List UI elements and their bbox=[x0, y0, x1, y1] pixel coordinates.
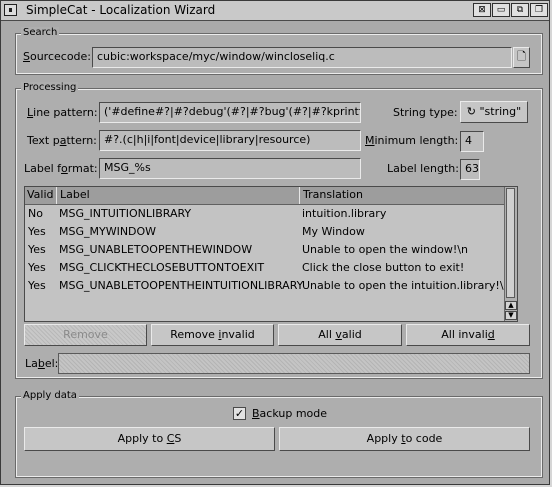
search-group-label: Search bbox=[21, 27, 60, 38]
snapshot-button[interactable]: ▭ bbox=[492, 3, 510, 17]
label-field-label: Label: bbox=[25, 357, 59, 370]
backup-mode-checkbox[interactable]: ✓ bbox=[233, 407, 246, 420]
label-input[interactable] bbox=[58, 353, 530, 374]
cell-translation: My Window bbox=[302, 225, 365, 238]
label-format-label: Label format: bbox=[24, 162, 98, 175]
column-label[interactable]: Label bbox=[60, 188, 90, 201]
backup-mode-label: Backup mode bbox=[252, 407, 328, 420]
cell-label: MSG_CLICKTHECLOSEBUTTONTOEXIT bbox=[59, 261, 265, 274]
cell-label: MSG_MYWINDOW bbox=[59, 225, 157, 238]
string-type-value: "string" bbox=[479, 105, 522, 118]
min-length-label: Minimum length: bbox=[365, 134, 459, 147]
cell-translation: Click the close button to exit! bbox=[302, 261, 465, 274]
cell-valid: Yes bbox=[28, 261, 46, 274]
table-row[interactable]: No MSG_INTUITIONLIBRARY intuition.librar… bbox=[25, 205, 507, 223]
apply-group-label: Apply data bbox=[21, 390, 79, 401]
min-length-input[interactable]: 4 bbox=[460, 131, 484, 152]
file-icon: 🗋 bbox=[517, 50, 526, 63]
zoom-button[interactable]: ⧉ bbox=[511, 3, 529, 17]
string-type-label: String type: bbox=[393, 106, 458, 119]
table-header: Valid Label Translation bbox=[25, 187, 507, 205]
iconify-button[interactable]: ⊠ bbox=[473, 3, 491, 17]
scroll-up-arrow-icon[interactable]: ▲ bbox=[505, 301, 517, 310]
cell-valid: Yes bbox=[28, 243, 46, 256]
column-separator[interactable] bbox=[56, 187, 57, 204]
cell-label: MSG_INTUITIONLIBRARY bbox=[59, 207, 192, 220]
title-bar[interactable]: SimpleCat - Localization Wizard ⊠ ▭ ⧉ ❐ bbox=[1, 1, 549, 21]
remove-invalid-button[interactable]: Remove invalid bbox=[151, 324, 274, 346]
label-format-input[interactable]: MSG_%s bbox=[99, 158, 361, 179]
string-type-cycle[interactable]: ↻ "string" bbox=[460, 101, 528, 123]
cell-translation: Unable to open the intuition.library!\n bbox=[302, 279, 511, 292]
window-title: SimpleCat - Localization Wizard bbox=[26, 3, 216, 17]
window-content: Search Sourcecode: cubic:workspace/myc/w… bbox=[4, 21, 546, 483]
checkmark-icon: ✓ bbox=[234, 407, 245, 420]
scroll-down-arrow-icon[interactable]: ▼ bbox=[505, 311, 517, 320]
table-row[interactable]: Yes MSG_CLICKTHECLOSEBUTTONTOEXIT Click … bbox=[25, 259, 507, 277]
label-length-input[interactable]: 63 bbox=[460, 159, 480, 180]
column-translation[interactable]: Translation bbox=[303, 188, 363, 201]
processing-group-label: Processing bbox=[21, 82, 79, 93]
cell-translation: Unable to open the window!\n bbox=[302, 243, 468, 256]
cell-label: MSG_UNABLETOOPENTHEINTUITIONLIBRARY bbox=[59, 279, 304, 292]
line-pattern-label: Line pattern: bbox=[27, 106, 98, 119]
remove-button[interactable]: Remove bbox=[24, 324, 147, 346]
cell-valid: No bbox=[28, 207, 43, 220]
text-pattern-input[interactable]: #?.(c|h|i|font|device|library|resource) bbox=[99, 130, 361, 151]
cell-translation: intuition.library bbox=[302, 207, 387, 220]
cell-label: MSG_UNABLETOOPENTHEWINDOW bbox=[59, 243, 253, 256]
sourcecode-label: Sourcecode: bbox=[23, 50, 92, 63]
sourcecode-input[interactable]: cubic:workspace/myc/window/wincloseliq.c bbox=[92, 47, 512, 68]
cell-valid: Yes bbox=[28, 279, 46, 292]
main-window: SimpleCat - Localization Wizard ⊠ ▭ ⧉ ❐ … bbox=[0, 0, 550, 485]
column-separator[interactable] bbox=[299, 187, 300, 204]
text-pattern-label: Text pattern: bbox=[27, 134, 97, 147]
file-picker-button[interactable]: 🗋 bbox=[513, 47, 530, 68]
table-scrollbar[interactable]: ▲ ▼ bbox=[504, 187, 517, 321]
close-window-button[interactable] bbox=[4, 4, 17, 16]
cycle-icon: ↻ bbox=[466, 105, 476, 118]
table-row[interactable]: Yes MSG_MYWINDOW My Window bbox=[25, 223, 507, 241]
table-row[interactable]: Yes MSG_UNABLETOOPENTHEINTUITIONLIBRARY … bbox=[25, 277, 511, 295]
column-valid[interactable]: Valid bbox=[27, 188, 54, 201]
all-invalid-button[interactable]: All invalid bbox=[406, 324, 530, 346]
label-length-label: Label length: bbox=[387, 162, 459, 175]
scrollbar-thumb[interactable] bbox=[506, 188, 515, 298]
cell-valid: Yes bbox=[28, 225, 46, 238]
depth-button[interactable]: ❐ bbox=[530, 3, 548, 17]
table-row[interactable]: Yes MSG_UNABLETOOPENTHEWINDOW Unable to … bbox=[25, 241, 507, 259]
all-valid-button[interactable]: All valid bbox=[278, 324, 402, 346]
apply-to-code-button[interactable]: Apply to code bbox=[279, 427, 530, 451]
line-pattern-input[interactable]: ('#define#?|#?debug'(#?|#?bug'(#?|#?kpri… bbox=[99, 102, 361, 123]
apply-to-cs-button[interactable]: Apply to CS bbox=[24, 427, 275, 451]
labels-table[interactable]: Valid Label Translation No MSG_INTUITION… bbox=[24, 186, 518, 322]
